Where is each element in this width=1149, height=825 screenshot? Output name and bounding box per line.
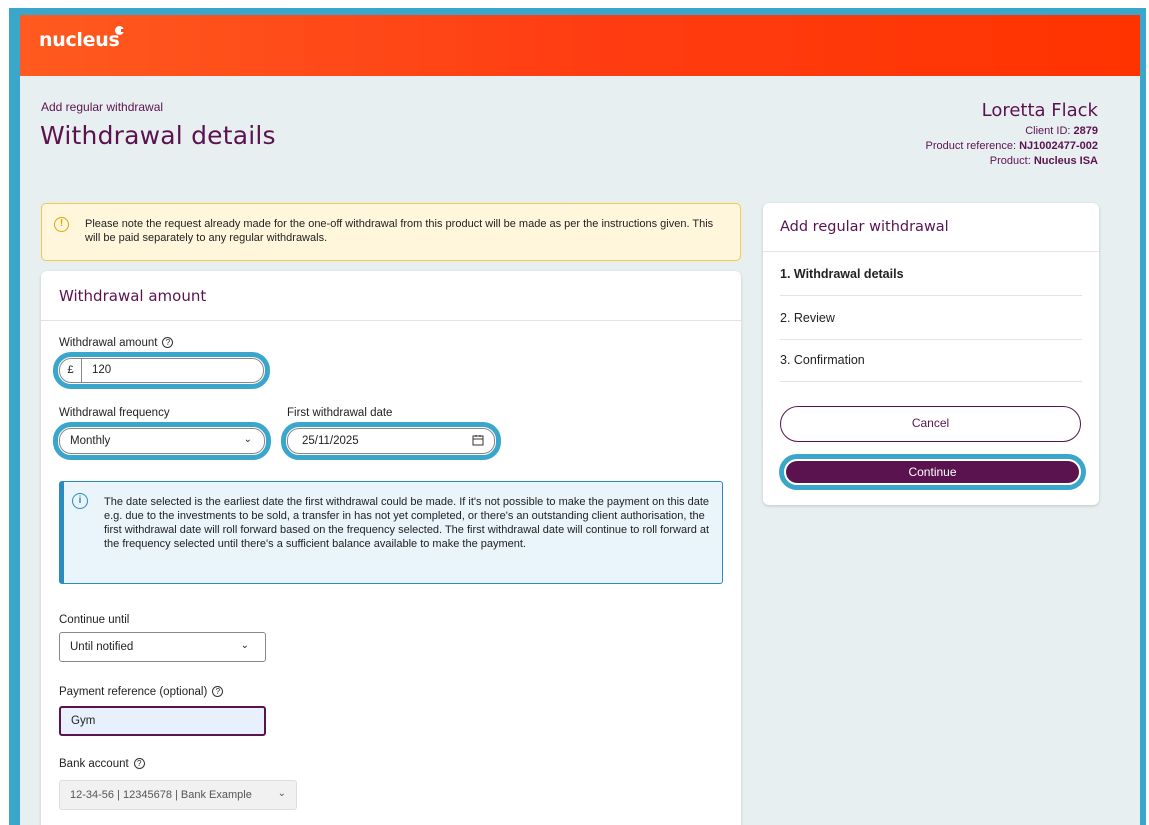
frequency-label: Withdrawal frequency [59, 407, 170, 419]
amount-label: Withdrawal amount? [59, 337, 174, 349]
payment-ref-input[interactable]: Gym [59, 706, 266, 736]
logo-mark-icon [115, 26, 125, 35]
frequency-select[interactable]: Monthly ⌄ [53, 422, 271, 460]
continue-until-label: Continue until [59, 614, 130, 626]
bank-account-select[interactable]: 12-34-56 | 12345678 | Bank Example ⌄ [59, 780, 297, 810]
bank-account-label: Bank account? [59, 758, 145, 770]
currency-prefix: £ [60, 359, 82, 382]
product-reference: Product reference: NJ1002477-002 [925, 140, 1098, 152]
help-icon[interactable]: ? [212, 686, 224, 698]
payment-ref-label: Payment reference (optional)? [59, 686, 224, 698]
continue-button[interactable]: Continue [779, 454, 1086, 490]
amount-value: 120 [92, 364, 112, 376]
client-id: Client ID: 2879 [1025, 125, 1098, 137]
step-review: 2. Review [780, 297, 1082, 340]
section-title: Withdrawal amount [41, 271, 741, 321]
top-bar: nucleus [20, 15, 1140, 76]
first-date-info: i The date selected is the earliest date… [59, 481, 723, 584]
withdrawal-notice: ! Please note the request already made f… [41, 203, 741, 261]
info-circle-icon: i [72, 493, 88, 509]
calendar-icon[interactable] [472, 434, 484, 449]
browser-viewport: nucleus Add regular withdrawal Withdrawa… [20, 15, 1140, 825]
first-date-input[interactable]: 25/11/2025 [281, 422, 501, 460]
continue-until-value: Until notified [70, 641, 134, 653]
first-date-value: 25/11/2025 [302, 435, 359, 447]
sidebar-title: Add regular withdrawal [763, 203, 1099, 252]
chevron-down-icon: ⌄ [277, 788, 286, 799]
cancel-button[interactable]: Cancel [780, 406, 1081, 442]
chevron-down-icon: ⌄ [240, 640, 249, 651]
frequency-value: Monthly [70, 435, 111, 447]
info-text: The date selected is the earliest date t… [104, 496, 710, 550]
notice-text: Please note the request already made for… [85, 218, 714, 244]
amount-input[interactable]: £ 120 [53, 352, 270, 389]
breadcrumb: Add regular withdrawal [41, 100, 164, 114]
help-icon[interactable]: ? [162, 337, 174, 349]
bank-account-value: 12-34-56 | 12345678 | Bank Example [70, 789, 252, 801]
progress-sidebar: Add regular withdrawal 1. Withdrawal det… [763, 203, 1099, 505]
payment-ref-value: Gym [71, 715, 96, 727]
step-withdrawal-details: 1. Withdrawal details [780, 253, 1082, 296]
client-name: Loretta Flack [981, 100, 1098, 121]
page-title: Withdrawal details [40, 121, 276, 150]
chevron-down-icon: ⌄ [243, 434, 252, 445]
warning-circle-icon: ! [54, 217, 69, 232]
continue-until-select[interactable]: Until notified ⌄ [59, 632, 266, 662]
first-date-label: First withdrawal date [287, 407, 393, 419]
nucleus-logo[interactable]: nucleus [39, 29, 120, 51]
help-icon[interactable]: ? [133, 758, 145, 770]
product-name: Product: Nucleus ISA [989, 155, 1098, 167]
step-confirmation: 3. Confirmation [780, 339, 1082, 382]
client-summary: Loretta Flack Client ID: 2879 Product re… [926, 100, 1098, 169]
